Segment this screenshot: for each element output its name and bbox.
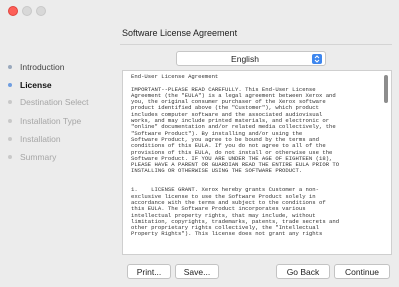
license-text: End-User License Agreement IMPORTANT--PL… xyxy=(131,73,340,238)
installer-steps-sidebar: Introduction License Destination Select … xyxy=(0,22,112,287)
step-label: Installation xyxy=(20,134,61,144)
language-select-value: English xyxy=(231,53,259,64)
step-bullet-icon xyxy=(8,65,12,69)
up-down-chevron-icon xyxy=(312,54,322,64)
step-label: License xyxy=(20,80,52,90)
step-label: Introduction xyxy=(20,62,65,72)
license-text-area[interactable]: End-User License Agreement IMPORTANT--PL… xyxy=(122,70,392,255)
step-label: Destination Select xyxy=(20,97,89,107)
page-title: Software License Agreement xyxy=(122,28,238,38)
step-summary: Summary xyxy=(8,150,56,164)
language-select[interactable]: English xyxy=(176,51,326,66)
minimize-window-button[interactable] xyxy=(22,6,32,16)
save-button[interactable]: Save... xyxy=(175,264,219,279)
header-divider xyxy=(120,44,392,45)
step-license: License xyxy=(8,78,52,92)
chevron-glyph xyxy=(314,55,320,63)
step-label: Installation Type xyxy=(20,116,82,126)
step-bullet-icon xyxy=(8,155,12,159)
step-bullet-icon xyxy=(8,83,12,87)
license-scrollbar[interactable] xyxy=(384,75,388,103)
installer-window: Introduction License Destination Select … xyxy=(0,0,399,287)
step-installation-type: Installation Type xyxy=(8,114,81,128)
step-label: Summary xyxy=(20,152,57,162)
close-window-button[interactable] xyxy=(8,6,18,16)
print-button[interactable]: Print... xyxy=(127,264,171,279)
step-installation: Installation xyxy=(8,132,61,146)
step-bullet-icon xyxy=(8,100,12,104)
continue-button[interactable]: Continue xyxy=(334,264,390,279)
step-introduction: Introduction xyxy=(8,60,64,74)
go-back-button[interactable]: Go Back xyxy=(276,264,330,279)
step-destination-select: Destination Select xyxy=(8,95,89,109)
step-bullet-icon xyxy=(8,119,12,123)
title-bar xyxy=(0,0,399,22)
step-bullet-icon xyxy=(8,137,12,141)
zoom-window-button[interactable] xyxy=(36,6,46,16)
